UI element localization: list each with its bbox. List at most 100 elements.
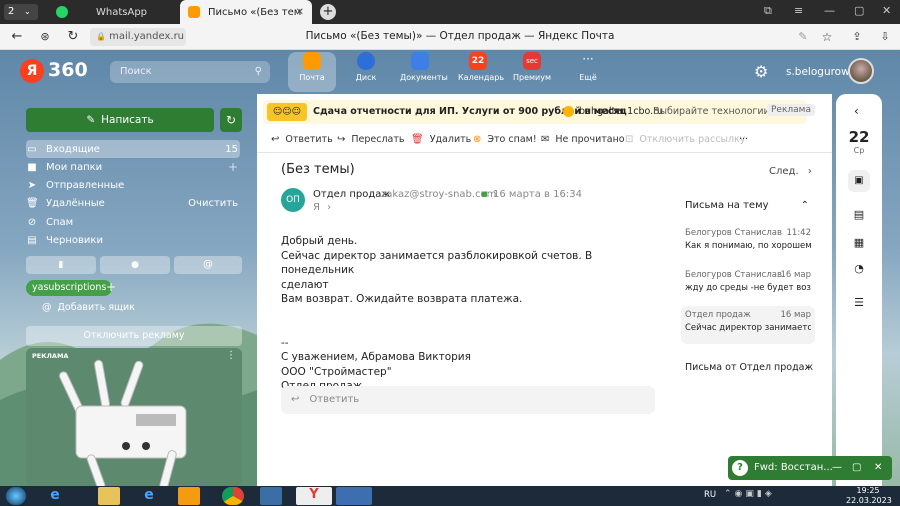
- service-mail[interactable]: Почта: [292, 52, 332, 82]
- label-tag[interactable]: yasubscriptions: [26, 280, 113, 296]
- share-icon[interactable]: ⇪: [848, 28, 866, 46]
- ad-banner-domain[interactable]: buhgalter.1cbo.ru: [579, 106, 663, 117]
- yandex-protect-icon[interactable]: ⊛: [36, 28, 54, 46]
- thread-header[interactable]: Письма на тему ⌃: [685, 200, 809, 211]
- delete-button[interactable]: 🗑 Удалить: [411, 134, 471, 145]
- thread-item-selected[interactable]: Отдел продаж 16 мар Сейчас директор зани…: [681, 306, 815, 344]
- settings-gear-icon[interactable]: ⚙: [754, 62, 768, 81]
- yandex-browser-icon[interactable]: Y: [296, 487, 332, 505]
- maximize-icon[interactable]: ▢: [854, 4, 864, 17]
- apps-button[interactable]: ▦: [848, 232, 870, 254]
- sender-avatar[interactable]: ОП: [281, 188, 305, 212]
- compose-button[interactable]: ✎ Написать: [26, 108, 214, 132]
- service-more[interactable]: ··· Ещё: [568, 52, 608, 82]
- folder-inbox[interactable]: ▭ Входящие 15: [26, 140, 240, 158]
- tab-counter[interactable]: 2 ⌄: [4, 4, 38, 20]
- network-app-icon[interactable]: [260, 487, 282, 505]
- folder-sent[interactable]: ➤ Отправленные: [26, 176, 240, 194]
- next-message-link[interactable]: След. ›: [769, 166, 812, 177]
- collapse-icon[interactable]: ‹: [854, 104, 859, 118]
- forward-button[interactable]: ↪ Переслать: [337, 134, 405, 145]
- quick-reply-input[interactable]: ↩ Ответить: [281, 386, 655, 414]
- close-icon[interactable]: ✕: [296, 7, 304, 18]
- media-player-icon[interactable]: [178, 487, 200, 505]
- explorer-icon[interactable]: [98, 487, 120, 505]
- url-field[interactable]: 🔒 mail.yandex.ru: [90, 28, 186, 46]
- minimize-icon[interactable]: —: [824, 4, 835, 17]
- sender-name[interactable]: Отдел продаж: [313, 189, 390, 200]
- thread-snippet: Сейчас директор занимаетс...: [685, 323, 811, 333]
- clock[interactable]: 19:25 22.03.2023: [846, 486, 892, 506]
- folder-deleted[interactable]: 🗑 Удалённые Очистить: [26, 194, 240, 212]
- download-icon[interactable]: ⇩: [876, 28, 894, 46]
- thread-item[interactable]: Белогуров Станислав 11:42 Как я понимаю,…: [681, 224, 815, 258]
- more-actions-button[interactable]: ···: [739, 134, 748, 145]
- new-tab-button[interactable]: +: [320, 4, 336, 20]
- add-mailbox-link[interactable]: @ Добавить ящик: [42, 302, 135, 313]
- tab-whatsapp[interactable]: WhatsApp: [48, 0, 176, 24]
- close-window-icon[interactable]: ✕: [882, 4, 891, 17]
- sidebar-ad[interactable]: РЕКЛАМА ⋮: [26, 348, 242, 486]
- list-icon: ☰: [854, 296, 864, 309]
- from-sender-link[interactable]: Письма от Отдел продаж ›: [685, 362, 813, 373]
- username[interactable]: s.belogurow: [786, 66, 850, 78]
- avatar[interactable]: [848, 58, 874, 84]
- filter-bookmark-button[interactable]: ▮: [26, 256, 96, 274]
- minimize-icon[interactable]: —: [832, 456, 842, 480]
- recipient[interactable]: Я ›: [313, 202, 331, 213]
- clear-trash-link[interactable]: Очистить: [188, 198, 238, 209]
- add-label-icon[interactable]: +: [106, 280, 116, 294]
- next-label: След.: [769, 166, 799, 177]
- tasks-button[interactable]: ☰: [848, 292, 870, 314]
- back-icon[interactable]: ←: [8, 28, 26, 46]
- folder-drafts[interactable]: ▤ Черновики: [26, 231, 240, 249]
- service-disk[interactable]: Диск: [346, 52, 386, 82]
- tab-mail[interactable]: Письмо «(Без темы)» — ✕: [180, 0, 312, 24]
- folder-label: Удалённые: [46, 197, 105, 209]
- input-language[interactable]: RU: [704, 490, 716, 500]
- ad-menu-icon[interactable]: ⋮: [226, 350, 236, 361]
- unsubscribe-button[interactable]: ⊡ Отключить рассылку: [625, 134, 745, 145]
- service-docs[interactable]: Документы: [400, 52, 448, 82]
- thread-item[interactable]: Белогуров Станислав 16 мар жду до среды …: [681, 266, 815, 300]
- sender-email[interactable]: zakaz@stroy-snab.com: [381, 189, 496, 200]
- refresh-button[interactable]: ↻: [220, 108, 242, 132]
- yandex-logo[interactable]: Я: [20, 59, 44, 83]
- edit-icon[interactable]: ✎: [794, 28, 812, 46]
- chart-button[interactable]: ◔: [848, 258, 870, 280]
- reload-icon[interactable]: ↻: [64, 28, 82, 46]
- folder-spam[interactable]: ⊘ Спам: [26, 213, 240, 231]
- chrome-icon[interactable]: [222, 487, 244, 505]
- filter-unread-button[interactable]: ●: [100, 256, 170, 274]
- close-icon[interactable]: ✕: [874, 456, 882, 480]
- mark-unread-button[interactable]: ✉ Не прочитано: [541, 134, 625, 145]
- bookmark-icon[interactable]: ☆: [818, 28, 836, 46]
- more-label: ···: [739, 134, 749, 145]
- body-line: --: [281, 336, 289, 349]
- ie-icon[interactable]: e: [44, 487, 66, 505]
- service-calendar[interactable]: 22 Календарь: [458, 52, 504, 82]
- spam-button[interactable]: ⊗ Это спам!: [473, 134, 537, 145]
- calendar-widget[interactable]: 22 Ср: [836, 128, 882, 155]
- disable-ads-button[interactable]: Отключить рекламу: [26, 326, 242, 346]
- search-input[interactable]: Поиск ⚲: [110, 61, 270, 83]
- add-folder-icon[interactable]: +: [228, 160, 238, 174]
- service-premium[interactable]: sec Премиум: [512, 52, 552, 82]
- app-icon[interactable]: [336, 487, 372, 505]
- menu-icon[interactable]: ≡: [794, 4, 803, 17]
- bookmark-icon[interactable]: ⧉: [764, 4, 772, 18]
- start-icon[interactable]: [6, 487, 26, 505]
- reply-button[interactable]: ↩ Ответить: [271, 134, 333, 145]
- premium-icon: sec: [523, 52, 541, 70]
- folder-my-folders[interactable]: ■ Мои папки +: [26, 158, 240, 176]
- filter-attachment-button[interactable]: @: [174, 256, 242, 274]
- telemost-button[interactable]: ▣: [848, 170, 870, 192]
- notification-toast[interactable]: ? Fwd: Восстан... — ▢ ✕: [728, 456, 892, 480]
- edge-icon[interactable]: e: [138, 487, 160, 505]
- tray-icons[interactable]: ⌃◉▣▮◈: [724, 489, 775, 499]
- logo-360[interactable]: 360: [48, 59, 88, 81]
- ad-banner[interactable]: ☺☺☺ Сдача отчетности для ИП. Услуги от 9…: [263, 100, 815, 124]
- expand-icon[interactable]: ▢: [852, 456, 861, 480]
- chevron-right-icon: ›: [807, 166, 812, 177]
- notes-button[interactable]: ▤: [848, 204, 870, 226]
